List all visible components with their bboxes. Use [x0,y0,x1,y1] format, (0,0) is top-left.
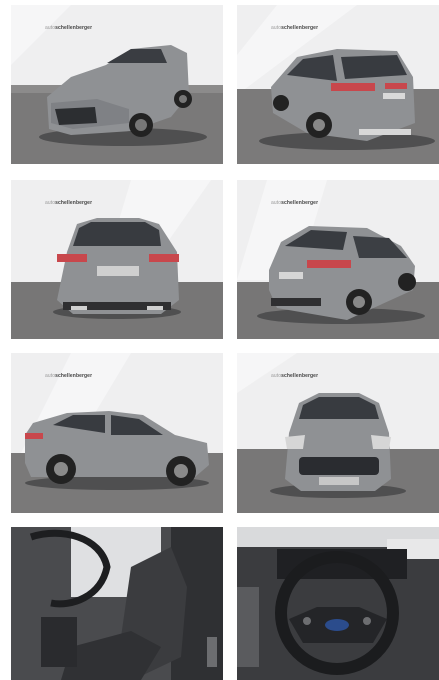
photo-rear-left[interactable]: autoschellenberger [237,180,439,339]
watermark: autoschellenberger [45,25,93,31]
car-rear-right-image [237,5,439,164]
car-rear-left-image [237,180,439,339]
photo-rear-right[interactable]: autoschellenberger [237,5,439,164]
watermark: autoschellenberger [45,373,93,379]
photo-rear[interactable]: autoschellenberger [11,180,223,339]
photo-gallery: autoschellenberger autoschellenberger au… [0,0,439,680]
watermark: autoschellenberger [45,200,93,206]
photo-front-left[interactable]: autoschellenberger [11,5,223,164]
photo-interior-seat[interactable] [11,527,223,680]
car-front-image [237,353,439,513]
watermark: autoschellenberger [271,200,319,206]
car-rear-image [11,180,223,339]
interior-steering-wheel-image [237,527,439,680]
photo-interior-steering-wheel[interactable] [237,527,439,680]
photo-front[interactable]: autoschellenberger [237,353,439,513]
car-side-left-image [11,353,223,513]
watermark: autoschellenberger [271,373,319,379]
watermark: autoschellenberger [271,25,319,31]
photo-side-left[interactable]: autoschellenberger [11,353,223,513]
interior-seat-image [11,527,223,680]
car-front-left-image [11,5,223,164]
